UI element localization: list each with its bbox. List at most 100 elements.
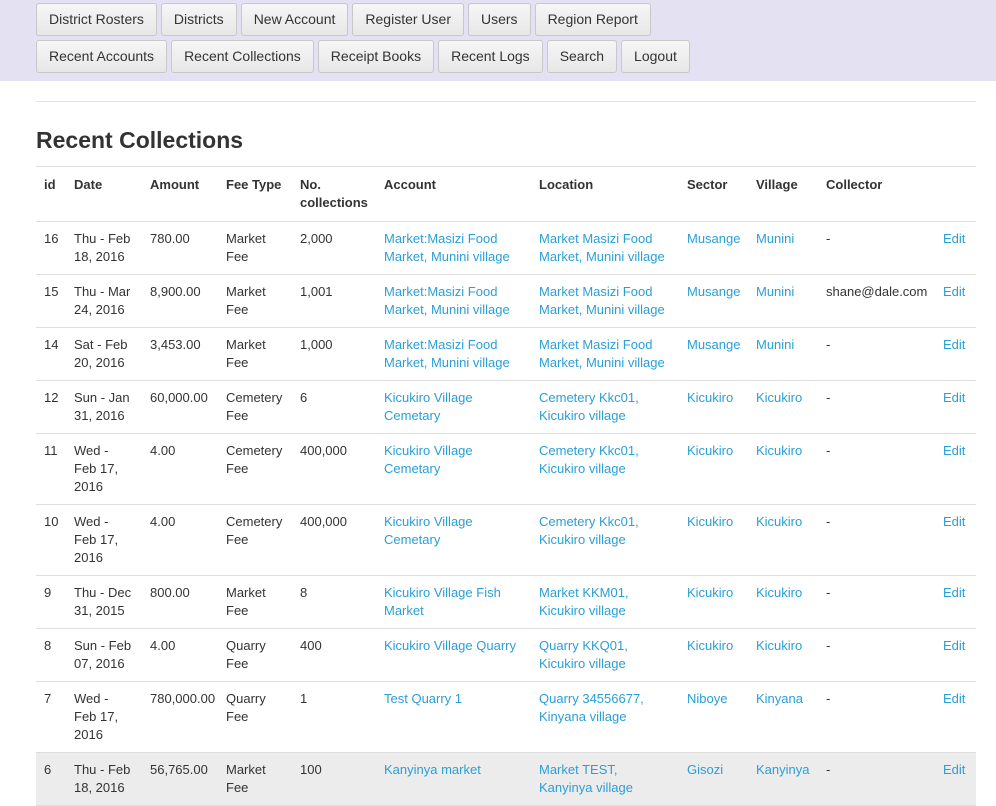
- cell-sector-link[interactable]: Gisozi: [687, 762, 723, 777]
- cell-account-link[interactable]: Kicukiro Village Cemetary: [384, 514, 473, 547]
- cell-village-link[interactable]: Munini: [756, 284, 794, 299]
- cell-account-link[interactable]: Test Quarry 1: [384, 691, 462, 706]
- nav-recent-accounts-button[interactable]: Recent Accounts: [36, 40, 168, 73]
- cell-collector: shane@dale.com: [818, 274, 935, 328]
- edit-link[interactable]: Edit: [943, 284, 965, 299]
- cell-sector-link[interactable]: Kicukiro: [687, 514, 733, 529]
- cell-location: Quarry KKQ01, Kicukiro village: [531, 628, 679, 682]
- cell-date: Wed - Feb 17, 2016: [66, 681, 142, 753]
- col-header-date: Date: [66, 166, 142, 222]
- cell-location-link[interactable]: Market TEST, Kanyinya village: [539, 762, 633, 795]
- cell-location-link[interactable]: Quarry KKQ01, Kicukiro village: [539, 638, 628, 671]
- edit-link[interactable]: Edit: [943, 585, 965, 600]
- cell-sector-link[interactable]: Musange: [687, 284, 740, 299]
- cell-sector-link[interactable]: Kicukiro: [687, 638, 733, 653]
- cell-fee-type: Market Fee: [218, 575, 292, 629]
- cell-amount: 8,900.00: [142, 274, 218, 328]
- cell-location-link[interactable]: Market Masizi Food Market, Munini villag…: [539, 284, 665, 317]
- cell-village: Kicukiro: [748, 433, 818, 505]
- edit-link[interactable]: Edit: [943, 638, 965, 653]
- cell-account-link[interactable]: Market:Masizi Food Market, Munini villag…: [384, 284, 510, 317]
- cell-id: 8: [36, 628, 66, 682]
- cell-amount: 3,453.00: [142, 327, 218, 381]
- cell-location-link[interactable]: Market Masizi Food Market, Munini villag…: [539, 337, 665, 370]
- cell-location-link[interactable]: Market Masizi Food Market, Munini villag…: [539, 231, 665, 264]
- cell-village-link[interactable]: Munini: [756, 337, 794, 352]
- cell-village-link[interactable]: Kinyana: [756, 691, 803, 706]
- edit-link[interactable]: Edit: [943, 390, 965, 405]
- nav-logout-button[interactable]: Logout: [621, 40, 690, 73]
- cell-sector: Gisozi: [679, 752, 748, 806]
- cell-account-link[interactable]: Kicukiro Village Fish Market: [384, 585, 501, 618]
- cell-sector-link[interactable]: Kicukiro: [687, 443, 733, 458]
- nav-row-2: Recent Accounts Recent Collections Recei…: [36, 40, 996, 73]
- cell-id: 6: [36, 752, 66, 806]
- edit-link[interactable]: Edit: [943, 762, 965, 777]
- cell-account: Market:Masizi Food Market, Munini villag…: [376, 274, 531, 328]
- col-header-id: id: [36, 166, 66, 222]
- cell-account-link[interactable]: Kicukiro Village Cemetary: [384, 390, 473, 423]
- col-header-fee-type: Fee Type: [218, 166, 292, 222]
- cell-amount: 4.00: [142, 628, 218, 682]
- cell-village-link[interactable]: Kicukiro: [756, 443, 802, 458]
- cell-sector-link[interactable]: Kicukiro: [687, 585, 733, 600]
- cell-location-link[interactable]: Market KKM01, Kicukiro village: [539, 585, 629, 618]
- cell-account-link[interactable]: Kanyinya market: [384, 762, 481, 777]
- cell-id: 9: [36, 575, 66, 629]
- cell-collector: -: [818, 380, 935, 434]
- nav-region-report-button[interactable]: Region Report: [534, 3, 651, 36]
- cell-sector-link[interactable]: Musange: [687, 231, 740, 246]
- edit-link[interactable]: Edit: [943, 231, 965, 246]
- nav-users-button[interactable]: Users: [468, 3, 531, 36]
- cell-sector: Kicukiro: [679, 433, 748, 505]
- nav-search-button[interactable]: Search: [546, 40, 618, 73]
- cell-sector-link[interactable]: Kicukiro: [687, 390, 733, 405]
- nav-recent-logs-button[interactable]: Recent Logs: [438, 40, 543, 73]
- edit-link[interactable]: Edit: [943, 691, 965, 706]
- cell-location-link[interactable]: Cemetery Kkc01, Kicukiro village: [539, 390, 639, 423]
- cell-collector: -: [818, 628, 935, 682]
- cell-village-link[interactable]: Kicukiro: [756, 585, 802, 600]
- cell-account-link[interactable]: Market:Masizi Food Market, Munini villag…: [384, 231, 510, 264]
- cell-village-link[interactable]: Munini: [756, 231, 794, 246]
- cell-sector-link[interactable]: Niboye: [687, 691, 727, 706]
- cell-actions: Edit: [935, 221, 976, 275]
- cell-sector-link[interactable]: Musange: [687, 337, 740, 352]
- cell-location-link[interactable]: Cemetery Kkc01, Kicukiro village: [539, 514, 639, 547]
- cell-collections: 6: [292, 380, 376, 434]
- cell-collector: -: [818, 681, 935, 753]
- nav-districts-button[interactable]: Districts: [160, 3, 237, 36]
- cell-fee-type: Cemetery Fee: [218, 433, 292, 505]
- cell-village-link[interactable]: Kicukiro: [756, 390, 802, 405]
- cell-village-link[interactable]: Kicukiro: [756, 638, 802, 653]
- cell-collections: 2,000: [292, 221, 376, 275]
- nav-receipt-books-button[interactable]: Receipt Books: [317, 40, 435, 73]
- cell-location-link[interactable]: Quarry 34556677, Kinyana village: [539, 691, 644, 724]
- cell-collector: -: [818, 575, 935, 629]
- nav-district-rosters-button[interactable]: District Rosters: [36, 3, 157, 36]
- cell-location: Cemetery Kkc01, Kicukiro village: [531, 504, 679, 576]
- cell-location: Market Masizi Food Market, Munini villag…: [531, 221, 679, 275]
- cell-date: Sun - Feb 07, 2016: [66, 628, 142, 682]
- cell-account-link[interactable]: Kicukiro Village Cemetary: [384, 443, 473, 476]
- cell-account-link[interactable]: Market:Masizi Food Market, Munini villag…: [384, 337, 510, 370]
- cell-fee-type: Market Fee: [218, 221, 292, 275]
- cell-actions: Edit: [935, 628, 976, 682]
- nav-new-account-button[interactable]: New Account: [240, 3, 349, 36]
- edit-link[interactable]: Edit: [943, 443, 965, 458]
- cell-village-link[interactable]: Kicukiro: [756, 514, 802, 529]
- edit-link[interactable]: Edit: [943, 337, 965, 352]
- table-row: 16 Thu - Feb 18, 2016 780.00 Market Fee 2,00…: [36, 221, 976, 275]
- cell-fee-type: Quarry Fee: [218, 628, 292, 682]
- nav-recent-collections-button[interactable]: Recent Collections: [171, 40, 314, 73]
- nav-register-user-button[interactable]: Register User: [352, 3, 464, 36]
- table-row: 15 Thu - Mar 24, 2016 8,900.00 Market Fee 1,…: [36, 274, 976, 328]
- cell-account-link[interactable]: Kicukiro Village Quarry: [384, 638, 516, 653]
- cell-village: Kinyana: [748, 681, 818, 753]
- cell-location-link[interactable]: Cemetery Kkc01, Kicukiro village: [539, 443, 639, 476]
- cell-actions: Edit: [935, 274, 976, 328]
- cell-location: Market KKM01, Kicukiro village: [531, 575, 679, 629]
- cell-account: Test Quarry 1: [376, 681, 531, 753]
- edit-link[interactable]: Edit: [943, 514, 965, 529]
- cell-village-link[interactable]: Kanyinya: [756, 762, 809, 777]
